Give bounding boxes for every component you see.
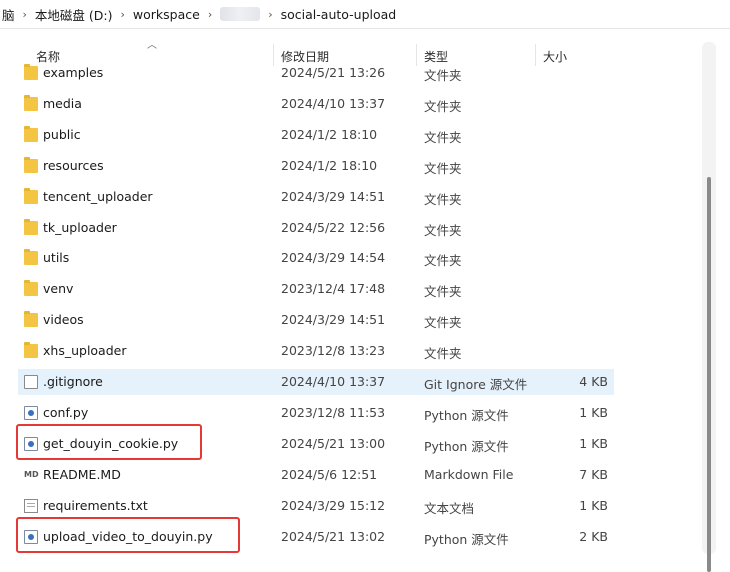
file-size: 1 KB	[579, 498, 608, 513]
file-row[interactable]: videos 2024/3/29 14:51 文件夹	[18, 307, 614, 333]
file-date: 2023/12/8 13:23	[281, 343, 386, 358]
file-type: Python 源文件	[424, 532, 509, 547]
file-type: 文件夹	[424, 223, 462, 238]
breadcrumb-item-this-pc[interactable]: 脑	[0, 5, 17, 24]
file-row[interactable]: utils 2024/3/29 14:54 文件夹	[18, 245, 614, 271]
file-size: 2 KB	[579, 529, 608, 544]
folder-icon	[24, 342, 38, 358]
folder-icon	[24, 188, 38, 204]
breadcrumb-item-workspace[interactable]: workspace	[131, 7, 202, 22]
breadcrumb-separator-icon: ›	[207, 7, 213, 21]
file-row[interactable]: .gitignore 2024/4/10 13:37 Git Ignore 源文件 4…	[18, 369, 614, 395]
file-row[interactable]: MD README.MD 2024/5/6 12:51 Markdown File 7 …	[18, 462, 614, 488]
file-type: 文件夹	[424, 253, 462, 268]
file-row[interactable]: conf.py 2023/12/8 11:53 Python 源文件 1 KB	[18, 400, 614, 426]
folder-icon	[24, 280, 38, 296]
file-date: 2024/3/29 14:54	[281, 250, 386, 265]
file-date: 2023/12/8 11:53	[281, 405, 386, 420]
folder-icon	[24, 311, 38, 327]
file-date: 2024/3/29 14:51	[281, 312, 386, 327]
sort-ascending-icon: ︿	[147, 40, 157, 51]
file-type: 文件夹	[424, 192, 462, 207]
file-type: Git Ignore 源文件	[424, 377, 528, 392]
markdown-file-icon: MD	[24, 470, 39, 479]
file-size: 7 KB	[579, 467, 608, 482]
file-name: tk_uploader	[43, 220, 117, 235]
file-name: requirements.txt	[43, 498, 148, 513]
folder-icon	[24, 64, 38, 80]
file-row[interactable]: resources 2024/1/2 18:10 文件夹	[18, 153, 614, 179]
file-date: 2024/5/6 12:51	[281, 467, 378, 482]
file-type: 文件夹	[424, 315, 462, 330]
file-type: Python 源文件	[424, 439, 509, 454]
file-name: xhs_uploader	[43, 343, 127, 358]
file-name: README.MD	[43, 467, 121, 482]
folder-icon	[24, 219, 38, 235]
file-icon	[24, 375, 38, 389]
file-row[interactable]: media 2024/4/10 13:37 文件夹	[18, 91, 614, 117]
file-name: resources	[43, 158, 104, 173]
file-type: Python 源文件	[424, 408, 509, 423]
file-row[interactable]: venv 2023/12/4 17:48 文件夹	[18, 276, 614, 302]
folder-icon	[24, 126, 38, 142]
breadcrumb-item-redacted[interactable]	[220, 7, 261, 21]
file-name: tencent_uploader	[43, 189, 153, 204]
folder-icon	[24, 249, 38, 265]
file-size: 1 KB	[579, 436, 608, 451]
file-type: 文件夹	[424, 130, 462, 145]
breadcrumb-divider	[0, 28, 730, 29]
file-date: 2024/5/21 13:02	[281, 529, 386, 544]
file-type: 文件夹	[424, 99, 462, 114]
breadcrumb: 脑 › 本地磁盘 (D:) › workspace › › social-aut…	[0, 0, 730, 28]
breadcrumb-separator-icon: ›	[22, 7, 27, 21]
breadcrumb-separator-icon: ›	[120, 7, 125, 21]
file-row[interactable]: tk_uploader 2024/5/22 12:56 文件夹	[18, 215, 614, 241]
file-name: utils	[43, 250, 70, 265]
file-date: 2024/1/2 18:10	[281, 158, 378, 173]
file-date: 2024/1/2 18:10	[281, 127, 378, 142]
file-type: 文件夹	[424, 284, 462, 299]
python-file-icon	[24, 406, 38, 420]
scrollbar-thumb[interactable]	[707, 177, 711, 572]
file-row[interactable]: examples 2024/5/21 13:26 文件夹	[18, 60, 614, 86]
file-name: media	[43, 96, 82, 111]
file-name: videos	[43, 312, 84, 327]
file-type: 文件夹	[424, 68, 462, 83]
file-name: conf.py	[43, 405, 89, 420]
folder-icon	[24, 157, 38, 173]
file-size: 4 KB	[579, 374, 608, 389]
file-name: examples	[43, 65, 104, 80]
file-size: 1 KB	[579, 405, 608, 420]
file-date: 2024/3/29 15:12	[281, 498, 386, 513]
file-date: 2024/5/22 12:56	[281, 220, 386, 235]
file-date: 2024/5/21 13:26	[281, 65, 386, 80]
file-type: 文本文档	[424, 501, 475, 516]
file-name: venv	[43, 281, 74, 296]
text-file-icon	[24, 499, 38, 513]
file-date: 2024/5/21 13:00	[281, 436, 386, 451]
highlight-box	[16, 424, 202, 460]
file-type: Markdown File	[424, 467, 514, 482]
file-row[interactable]: xhs_uploader 2023/12/8 13:23 文件夹	[18, 338, 614, 364]
file-row[interactable]: tencent_uploader 2024/3/29 14:51 文件夹	[18, 184, 614, 210]
file-name: public	[43, 127, 81, 142]
breadcrumb-item-local-disk[interactable]: 本地磁盘 (D:)	[33, 5, 115, 24]
file-date: 2024/4/10 13:37	[281, 96, 386, 111]
breadcrumb-item-current-folder[interactable]: social-auto-upload	[279, 7, 399, 22]
file-row[interactable]: requirements.txt 2024/3/29 15:12 文本文档 1 KB	[18, 493, 614, 519]
file-name: .gitignore	[43, 374, 103, 389]
breadcrumb-separator-icon: ›	[268, 7, 273, 21]
vertical-scrollbar[interactable]	[702, 42, 716, 572]
file-date: 2024/3/29 14:51	[281, 189, 386, 204]
file-date: 2023/12/4 17:48	[281, 281, 386, 296]
file-type: 文件夹	[424, 161, 462, 176]
folder-icon	[24, 95, 38, 111]
file-type: 文件夹	[424, 346, 462, 361]
file-row[interactable]: public 2024/1/2 18:10 文件夹	[18, 122, 614, 148]
highlight-box	[16, 517, 240, 553]
file-date: 2024/4/10 13:37	[281, 374, 386, 389]
